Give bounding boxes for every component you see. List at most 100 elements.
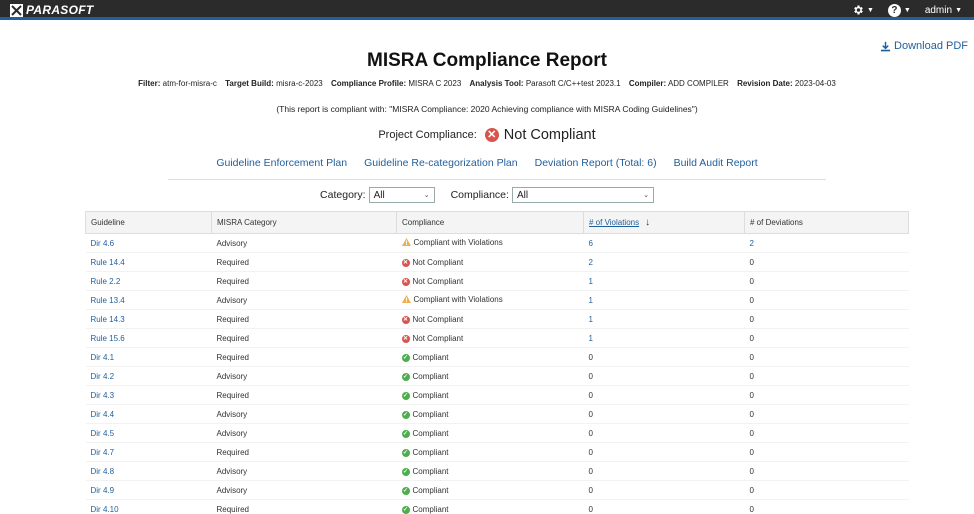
guideline-link[interactable]: Dir 4.4 [85,404,212,424]
guideline-link[interactable]: Dir 4.7 [85,442,212,462]
deviations-count: 0 [744,461,909,481]
column-header-violations[interactable]: # of Violations ↓ [583,211,745,234]
guideline-recategorization-plan-link[interactable]: Guideline Re-categorization Plan [364,157,518,169]
not-compliant-icon: ✕ [401,334,410,343]
meta-value: ADD COMPILER [667,79,729,88]
page-title: MISRA Compliance Report [367,50,607,71]
compliance-status-text: Not Compliant [412,315,464,325]
check-circle-icon: ✓ [401,448,410,457]
guideline-link[interactable]: Dir 4.8 [85,461,212,481]
column-header-label: Guideline [91,218,125,227]
top-navigation-bar: PARASOFT ▼ ? ▼ admin ▼ [0,0,974,20]
guideline-link[interactable]: Dir 4.3 [85,385,212,405]
compliance-status-text: Compliant with Violations [413,237,503,247]
violations-count: 0 [583,442,745,462]
compliance-cell: ✓ Compliant [396,499,584,514]
guideline-link[interactable]: Rule 13.4 [85,290,212,310]
column-header-label[interactable]: # of Violations [589,218,639,227]
misra-category-cell: Advisory [211,404,397,424]
table-row: Rule 2.2 Required ✕ Not Compliant 1 0 [85,271,909,291]
build-audit-report-link[interactable]: Build Audit Report [674,157,758,169]
table-row: Dir 4.8 Advisory ✓ Compliant 0 0 [85,461,909,481]
deviation-report-link[interactable]: Deviation Report (Total: 6) [535,157,657,169]
column-header-deviations[interactable]: # of Deviations [744,211,909,234]
guideline-link[interactable]: Dir 4.10 [85,499,212,514]
guideline-link[interactable]: Dir 4.2 [85,366,212,386]
project-compliance: Project Compliance: ✕ Not Compliant [0,127,974,143]
parasoft-logo[interactable]: PARASOFT [10,3,94,17]
compliance-cell: ✓ Compliant [396,480,584,500]
column-header-compliance[interactable]: Compliance [396,211,584,234]
deviations-count: 0 [744,309,909,329]
violations-count: 0 [583,404,745,424]
column-header-guideline[interactable]: Guideline [85,211,212,234]
compliance-cell: ✓ Compliant [396,442,584,462]
violations-count[interactable]: 1 [583,328,745,348]
report-links: Guideline Enforcement Plan Guideline Re-… [0,157,974,169]
logo-text: PARASOFT [26,3,94,17]
not-compliant-icon: ✕ [401,258,410,267]
help-menu[interactable]: ? ▼ [887,3,911,17]
project-compliance-status: Not Compliant [503,127,596,143]
guideline-link[interactable]: Rule 2.2 [85,271,212,291]
compliance-select[interactable]: All ⌄ [511,187,654,203]
table-row: Dir 4.5 Advisory ✓ Compliant 0 0 [85,423,909,443]
category-filter-label: Category: [320,189,366,201]
chevron-down-icon: ▼ [955,6,962,14]
compliance-table: Guideline MISRA Category Compliance # of… [85,211,909,514]
category-select[interactable]: All ⌄ [368,187,435,203]
table-row: Dir 4.3 Required ✓ Compliant 0 0 [85,385,909,405]
username: admin [924,4,953,16]
guideline-link[interactable]: Rule 15.6 [85,328,212,348]
compliance-cell: ✓ Compliant [396,366,584,386]
parasoft-logo-icon [10,3,23,17]
misra-category-cell: Required [211,499,397,514]
violations-count[interactable]: 6 [583,233,745,253]
meta-value: 2023-04-03 [794,79,836,88]
sort-down-icon[interactable]: ↓ [645,217,650,228]
not-compliant-icon: ✕ [401,277,410,286]
violations-count[interactable]: 1 [583,309,745,329]
misra-category-cell: Required [211,442,397,462]
guideline-link[interactable]: Rule 14.4 [85,252,212,272]
guideline-link[interactable]: Dir 4.5 [85,423,212,443]
violations-count[interactable]: 1 [583,290,745,310]
compliance-status-text: Compliant [412,353,449,363]
warning-icon [401,295,411,304]
compliance-status-text: Compliant [412,410,449,420]
meta-value: MISRA C 2023 [408,79,462,88]
misra-category-cell: Advisory [211,233,397,253]
violations-count[interactable]: 1 [583,271,745,291]
table-row: Dir 4.1 Required ✓ Compliant 0 0 [85,347,909,367]
guideline-link[interactable]: Dir 4.1 [85,347,212,367]
misra-category-cell: Advisory [211,366,397,386]
compliance-cell: Compliant with Violations [396,290,584,310]
chevron-down-icon: ▼ [903,6,911,14]
meta-label: Target Build: [225,79,274,88]
violations-count[interactable]: 2 [583,252,745,272]
violations-count: 0 [583,480,745,500]
deviations-count: 0 [744,385,909,405]
deviations-count: 0 [744,347,909,367]
guideline-link[interactable]: Rule 14.3 [85,309,212,329]
settings-menu[interactable]: ▼ [852,4,874,16]
guideline-link[interactable]: Dir 4.6 [85,233,212,253]
check-circle-icon: ✓ [401,372,410,381]
compliance-cell: Compliant with Violations [396,233,584,253]
meta-label: Filter: [138,79,161,88]
guideline-link[interactable]: Dir 4.9 [85,480,212,500]
question-icon: ? [887,3,901,17]
user-menu[interactable]: admin ▼ [925,5,962,16]
deviations-count: 0 [744,499,909,514]
column-header-label: # of Deviations [750,218,803,227]
compliance-statement: (This report is compliant with: "MISRA C… [276,104,698,114]
deviations-count[interactable]: 2 [744,233,909,253]
column-header-misra-category[interactable]: MISRA Category [211,211,397,234]
compliance-status-text: Not Compliant [412,334,464,344]
compliance-cell: ✕ Not Compliant [396,328,584,348]
guideline-enforcement-plan-link[interactable]: Guideline Enforcement Plan [216,157,347,169]
warning-icon [401,238,411,247]
compliance-status-text: Compliant [412,467,449,477]
misra-category-cell: Required [211,271,397,291]
compliance-cell: ✓ Compliant [396,423,584,443]
